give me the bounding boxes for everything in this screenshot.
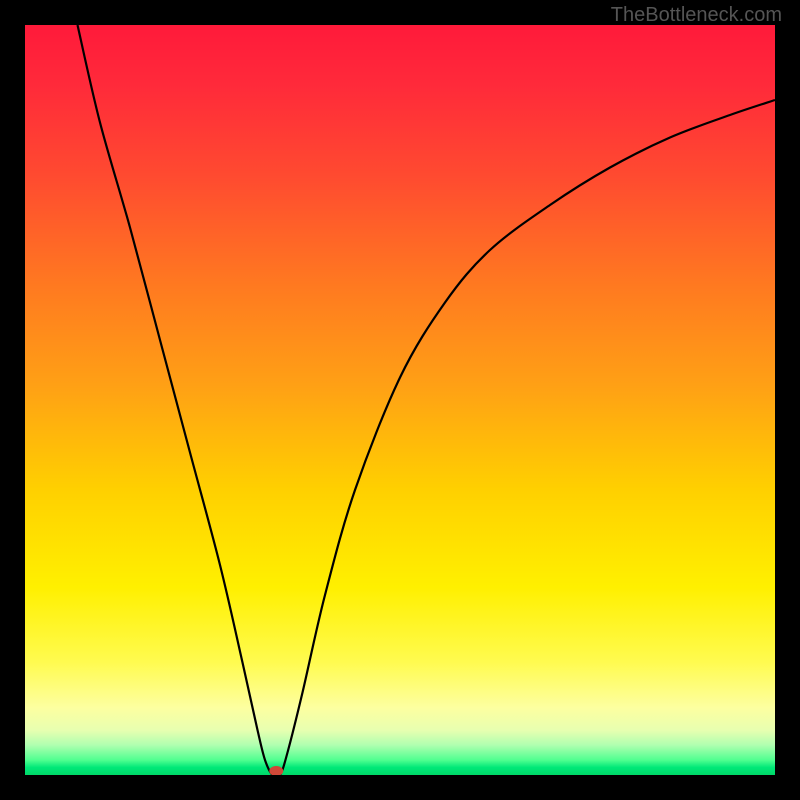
bottleneck-curve xyxy=(78,25,776,775)
chart-svg xyxy=(25,25,775,775)
optimal-point-marker xyxy=(269,766,283,775)
chart-plot-area xyxy=(25,25,775,775)
watermark-text: TheBottleneck.com xyxy=(611,4,782,27)
